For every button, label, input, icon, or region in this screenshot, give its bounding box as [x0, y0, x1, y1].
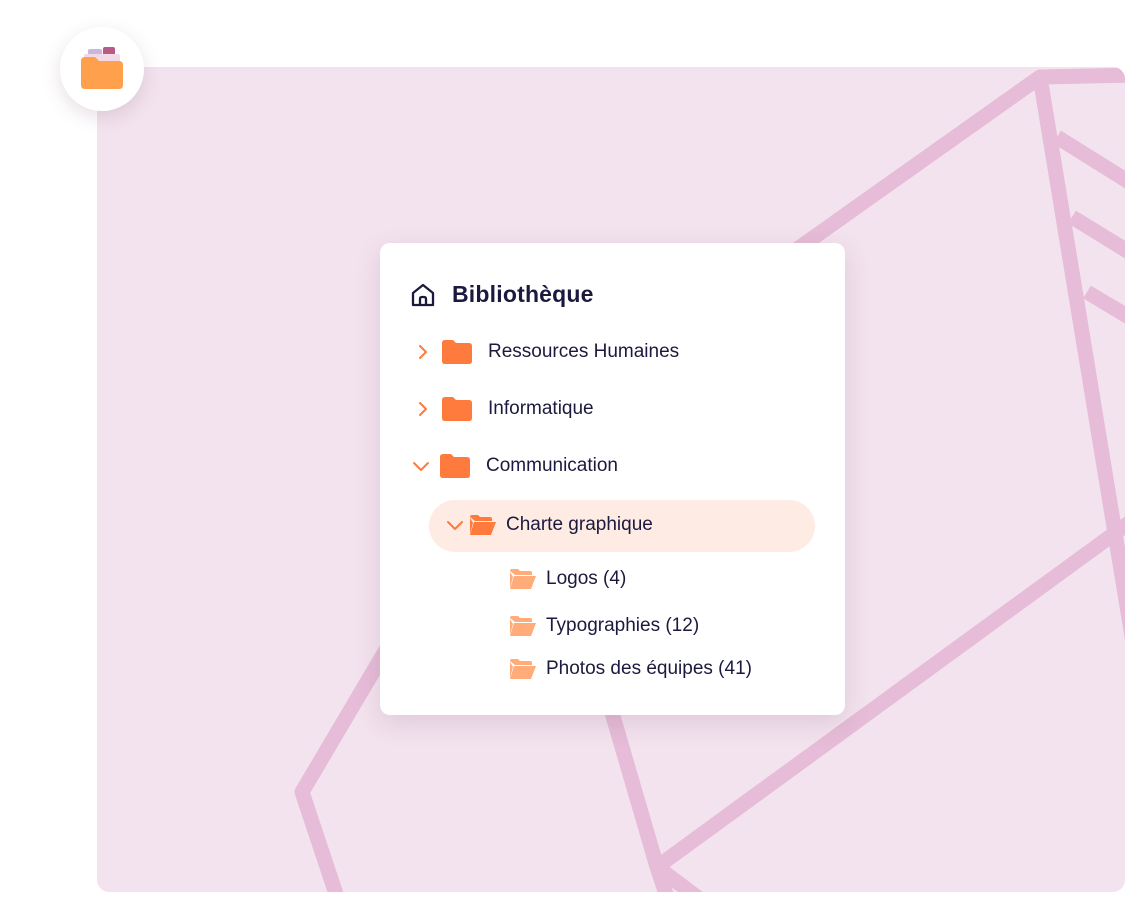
- subfolder-label: Typographies (12): [546, 615, 700, 636]
- folder-row-communication[interactable]: Communication: [412, 454, 618, 478]
- folder-label: Charte graphique: [506, 514, 653, 535]
- folder-label: Informatique: [488, 398, 594, 419]
- chevron-right-icon[interactable]: [416, 402, 430, 416]
- folder-open-icon: [510, 659, 536, 679]
- folder-icon: [81, 47, 123, 89]
- folder-icon: [440, 454, 470, 478]
- chevron-right-icon[interactable]: [416, 345, 430, 359]
- folder-open-icon: [470, 515, 496, 535]
- subfolder-row-photos-des-equipes[interactable]: Photos des équipes (41): [510, 658, 752, 680]
- library-title[interactable]: Bibliothèque: [410, 281, 594, 308]
- folder-open-icon: [510, 616, 536, 636]
- subfolder-row-typographies[interactable]: Typographies (12): [510, 615, 699, 637]
- subfolder-row-logos[interactable]: Logos (4): [510, 568, 626, 590]
- folder-row-informatique[interactable]: Informatique: [416, 397, 594, 421]
- library-title-label: Bibliothèque: [452, 281, 594, 307]
- chevron-down-icon[interactable]: [446, 518, 464, 532]
- app-badge: [60, 27, 144, 111]
- subfolder-label: Photos des équipes (41): [546, 658, 752, 679]
- folder-label: Communication: [486, 455, 618, 476]
- home-icon: [410, 282, 436, 308]
- folder-label: Ressources Humaines: [488, 341, 680, 362]
- folder-icon: [442, 340, 472, 364]
- folder-row-charte-graphique[interactable]: Charte graphique: [446, 514, 653, 536]
- chevron-down-icon[interactable]: [412, 459, 430, 473]
- folder-row-ressources-humaines[interactable]: Ressources Humaines: [416, 340, 679, 364]
- folder-open-icon: [510, 569, 536, 589]
- subfolder-label: Logos (4): [546, 568, 627, 589]
- folder-icon: [442, 397, 472, 421]
- library-tree-card: Bibliothèque Ressources Humaines Informa…: [380, 243, 845, 715]
